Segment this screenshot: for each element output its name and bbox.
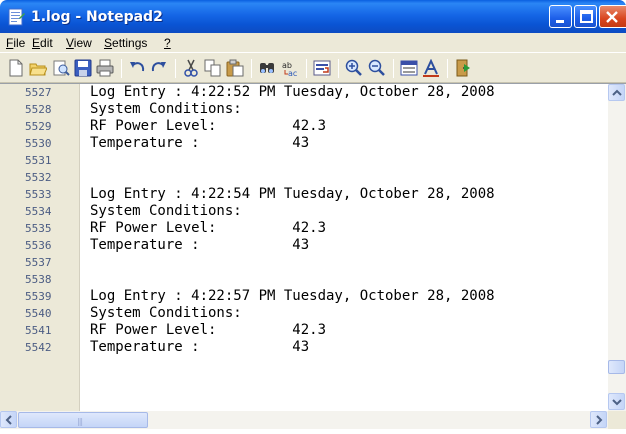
window-title: 1.log - Notepad2 <box>31 9 163 25</box>
line-number-gutter: 5527 5528 5529 5530 5531 5532 5533 5534 … <box>0 84 80 411</box>
toolbar-separator <box>306 59 307 78</box>
text-line[interactable]: Log Entry : 4:22:52 PM Tuesday, October … <box>90 84 495 101</box>
scroll-right-icon <box>596 415 603 425</box>
horizontal-scrollbar[interactable]: ||| <box>0 411 608 429</box>
line-number: 5539 <box>25 290 52 303</box>
toolbar-separator <box>447 59 448 78</box>
replace-icon[interactable]: ab ac <box>281 59 299 77</box>
line-number: 5534 <box>25 205 52 218</box>
new-file-icon[interactable] <box>7 59 25 77</box>
text-line[interactable]: Log Entry : 4:22:54 PM Tuesday, October … <box>90 186 495 203</box>
line-number: 5531 <box>25 154 52 167</box>
line-number: 5538 <box>25 273 52 286</box>
text-line[interactable]: System Conditions: <box>90 101 242 118</box>
line-number: 5537 <box>25 256 52 269</box>
text-line[interactable]: Log Entry : 4:22:57 PM Tuesday, October … <box>90 288 495 305</box>
save-icon[interactable] <box>74 59 92 77</box>
line-number: 5542 <box>25 341 52 354</box>
scroll-down-button[interactable] <box>608 393 625 410</box>
menu-view-mnemonic: V <box>66 36 74 50</box>
close-icon <box>606 11 618 23</box>
menu-edit-mnemonic: E <box>32 36 41 50</box>
vertical-scroll-thumb[interactable] <box>608 360 625 375</box>
text-line[interactable]: Temperature : 43 <box>90 339 309 356</box>
font-icon[interactable] <box>422 59 440 77</box>
vertical-scrollbar[interactable] <box>608 84 626 411</box>
line-number: 5528 <box>25 103 52 116</box>
line-number: 5541 <box>25 324 52 337</box>
copy-icon[interactable] <box>204 59 222 77</box>
line-number: 5533 <box>25 188 52 201</box>
text-line[interactable]: System Conditions: <box>90 203 242 220</box>
toolbar-separator <box>175 59 176 78</box>
text-line[interactable]: Temperature : 43 <box>90 135 309 152</box>
notepad2-app-icon[interactable] <box>8 8 25 26</box>
exit-icon[interactable] <box>454 59 472 77</box>
text-line[interactable]: System Conditions: <box>90 305 242 322</box>
paste-icon[interactable] <box>226 59 244 77</box>
toolbar-separator <box>338 59 339 78</box>
text-line[interactable]: Temperature : 43 <box>90 237 309 254</box>
menu-file[interactable]: File <box>6 36 25 50</box>
maximize-icon <box>580 10 593 23</box>
cut-icon[interactable] <box>182 59 200 77</box>
minimize-button[interactable] <box>549 5 572 28</box>
scroll-up-button[interactable] <box>608 84 625 101</box>
open-folder-icon[interactable] <box>29 59 47 77</box>
zoom-in-icon[interactable] <box>345 59 363 77</box>
line-number: 5530 <box>25 137 52 150</box>
line-number: 5527 <box>25 86 52 99</box>
toolbar: ab ac <box>0 52 626 83</box>
line-number: 5532 <box>25 171 52 184</box>
maximize-button[interactable] <box>574 5 597 28</box>
editor[interactable]: 5527 5528 5529 5530 5531 5532 5533 5534 … <box>0 83 626 434</box>
scroll-down-icon <box>612 399 622 406</box>
line-number: 5540 <box>25 307 52 320</box>
menu-view-label: iew <box>73 36 92 50</box>
toolbar-separator <box>121 59 122 78</box>
print-icon[interactable] <box>96 59 114 77</box>
menu-settings-label: ettings <box>112 36 148 50</box>
toolbar-separator <box>393 59 394 78</box>
scroll-up-icon <box>612 89 622 96</box>
scroll-right-button[interactable] <box>590 411 607 428</box>
redo-icon[interactable] <box>150 59 168 77</box>
zoom-out-icon[interactable] <box>368 59 386 77</box>
find-icon[interactable] <box>258 59 276 77</box>
menu-help-mnemonic: ? <box>164 36 171 50</box>
menu-file-label: ile <box>13 36 26 50</box>
horizontal-scroll-thumb[interactable]: ||| <box>18 412 148 428</box>
menu-view[interactable]: View <box>66 36 92 50</box>
text-line[interactable]: RF Power Level: 42.3 <box>90 118 326 135</box>
undo-icon[interactable] <box>128 59 146 77</box>
scroll-left-button[interactable] <box>0 411 17 428</box>
scroll-left-icon <box>5 415 12 425</box>
line-number: 5529 <box>25 120 52 133</box>
menu-settings-mnemonic: S <box>104 36 113 50</box>
line-number: 5535 <box>25 222 52 235</box>
text-line[interactable]: RF Power Level: 42.3 <box>90 220 326 237</box>
menu-bar: File Edit View Settings ? <box>0 33 626 52</box>
browse-icon[interactable] <box>52 59 70 77</box>
word-wrap-icon[interactable] <box>313 59 331 77</box>
scrollbar-corner <box>608 411 626 429</box>
scroll-grip-icon: ||| <box>77 417 83 426</box>
line-number: 5536 <box>25 239 52 252</box>
toolbar-separator <box>251 59 252 78</box>
select-scheme-icon[interactable] <box>400 59 418 77</box>
svg-text:ac: ac <box>288 69 297 77</box>
menu-edit[interactable]: Edit <box>32 36 53 50</box>
close-button[interactable] <box>599 5 626 28</box>
title-bar[interactable]: 1.log - Notepad2 <box>0 0 626 33</box>
minimize-icon <box>556 20 564 23</box>
menu-help[interactable]: ? <box>164 36 171 50</box>
menu-settings[interactable]: Settings <box>104 36 147 50</box>
text-line[interactable]: RF Power Level: 42.3 <box>90 322 326 339</box>
menu-edit-label: dit <box>40 36 53 50</box>
text-area[interactable]: Log Entry : 4:22:52 PM Tuesday, October … <box>80 84 608 411</box>
